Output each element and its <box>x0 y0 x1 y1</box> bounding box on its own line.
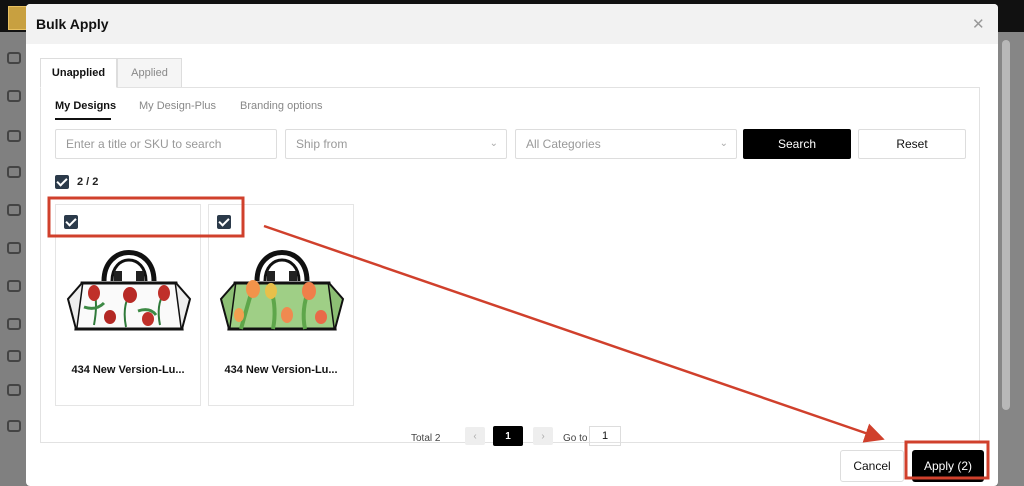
sidebar-icon <box>7 130 21 142</box>
sidebar-icon <box>7 280 21 292</box>
close-icon[interactable]: ✕ <box>972 17 985 32</box>
cancel-button[interactable]: Cancel <box>840 450 904 482</box>
product-image <box>66 250 192 331</box>
modal-title: Bulk Apply <box>36 16 109 32</box>
subtab-my-design-plus[interactable]: My Design-Plus <box>139 100 216 112</box>
selection-count: 2 / 2 <box>77 176 99 188</box>
product-checkbox[interactable] <box>64 215 78 229</box>
bulk-apply-modal: Bulk Apply ✕ Unapplied Applied My Design… <box>26 4 998 486</box>
pagination-goto-input[interactable]: 1 <box>589 426 621 446</box>
product-card[interactable]: 434 New Version-Lu... <box>55 204 201 406</box>
sidebar-icon <box>7 166 21 178</box>
sidebar-icon <box>7 384 21 396</box>
select-all-checkbox[interactable] <box>55 175 69 189</box>
reset-button[interactable]: Reset <box>858 129 966 159</box>
tab-panel: My Designs My Design-Plus Branding optio… <box>40 87 980 446</box>
product-name: 434 New Version-Lu... <box>71 364 185 376</box>
sidebar-icon <box>7 90 21 102</box>
pagination-goto-label: Go to <box>563 433 588 444</box>
sidebar-icon <box>7 350 21 362</box>
product-card[interactable]: 434 New Version-Lu... <box>208 204 354 406</box>
product-name: 434 New Version-Lu... <box>224 364 338 376</box>
chevron-right-icon[interactable]: › <box>533 427 553 445</box>
subtab-my-designs[interactable]: My Designs <box>55 100 116 112</box>
tab-unapplied[interactable]: Unapplied <box>40 58 117 88</box>
ship-from-placeholder: Ship from <box>296 137 348 151</box>
active-subtab-underline <box>55 118 111 120</box>
search-placeholder: Enter a title or SKU to search <box>66 137 222 151</box>
sidebar-icon <box>7 52 21 64</box>
product-image <box>219 250 345 331</box>
apply-button[interactable]: Apply (2) <box>912 450 984 482</box>
background-sidebar <box>0 32 26 486</box>
pagination-total: Total 2 <box>411 433 441 444</box>
product-checkbox[interactable] <box>217 215 231 229</box>
category-placeholder: All Categories <box>526 137 601 151</box>
modal-header: Bulk Apply ✕ <box>26 4 998 44</box>
page-scrollbar[interactable] <box>1002 40 1010 410</box>
chevron-down-icon: ⌄ <box>489 138 498 149</box>
search-input[interactable]: Enter a title or SKU to search <box>55 129 277 159</box>
sidebar-icon <box>7 318 21 330</box>
pagination-current-page[interactable]: 1 <box>493 426 523 446</box>
sidebar-icon <box>7 204 21 216</box>
sidebar-icon <box>7 420 21 432</box>
category-select[interactable]: All Categories ⌄ <box>515 129 737 159</box>
tab-applied[interactable]: Applied <box>117 58 182 88</box>
chevron-left-icon[interactable]: ‹ <box>465 427 485 445</box>
ship-from-select[interactable]: Ship from ⌄ <box>285 129 507 159</box>
subtab-branding-options[interactable]: Branding options <box>240 100 323 112</box>
search-button[interactable]: Search <box>743 129 851 159</box>
sidebar-icon <box>7 242 21 254</box>
chevron-down-icon: ⌄ <box>719 138 728 149</box>
